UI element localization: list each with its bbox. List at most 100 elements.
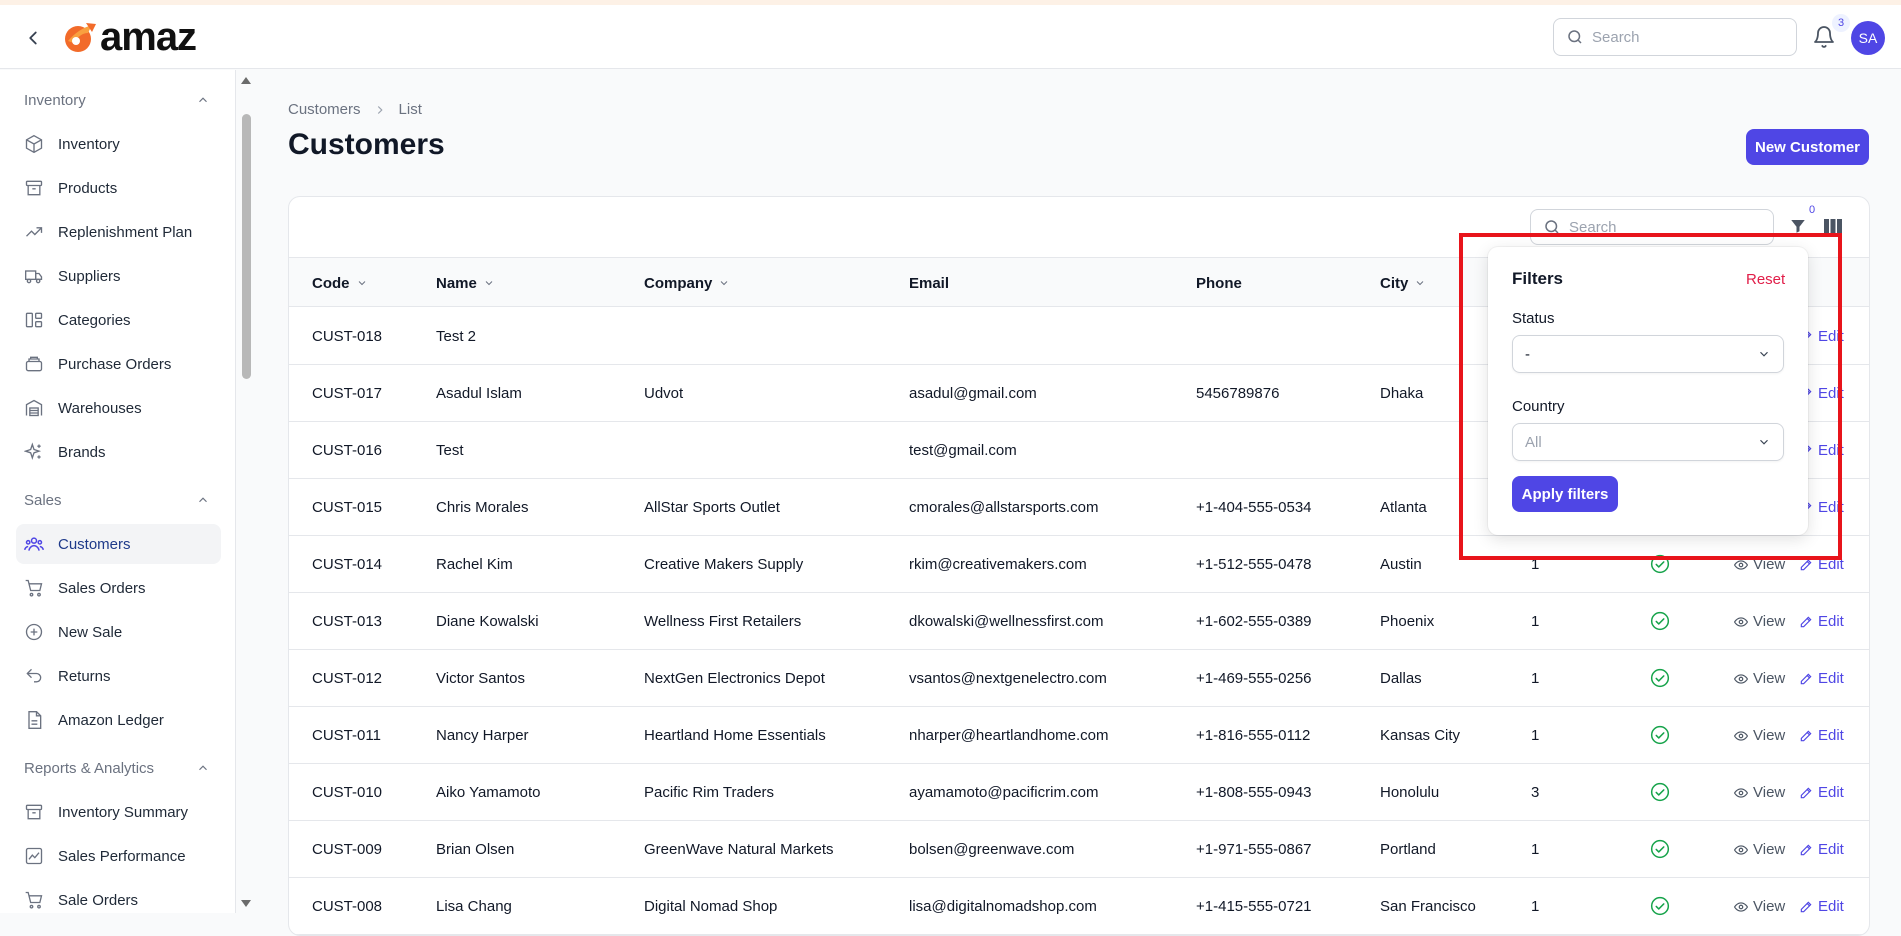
column-header-phone[interactable]: Phone bbox=[1196, 258, 1242, 308]
eye-icon bbox=[1734, 673, 1748, 684]
new-customer-button[interactable]: New Customer bbox=[1746, 129, 1869, 165]
sidebar-item-sales-performance[interactable]: Sales Performance bbox=[16, 836, 221, 876]
edit-button[interactable]: Edit bbox=[1799, 650, 1844, 707]
stack-icon bbox=[25, 356, 43, 372]
table-row: CUST-011 Nancy Harper Heartland Home Essen… bbox=[289, 707, 1869, 764]
cell-phone: 5456789876 bbox=[1196, 385, 1280, 402]
sidebar-item-sales-orders[interactable]: Sales Orders bbox=[16, 568, 221, 608]
scroll-up-arrow-icon[interactable] bbox=[240, 75, 252, 85]
sidebar-item-inventory[interactable]: Inventory bbox=[16, 124, 221, 164]
sidebar-item-label: Inventory Summary bbox=[58, 803, 189, 821]
sidebar-item-label: Returns bbox=[58, 667, 111, 685]
edit-button[interactable]: Edit bbox=[1799, 707, 1844, 764]
edit-label: Edit bbox=[1818, 613, 1844, 630]
view-button[interactable]: View bbox=[1734, 593, 1785, 650]
breadcrumb-current: List bbox=[398, 101, 422, 118]
cell-code: CUST-014 bbox=[312, 556, 383, 573]
logo-mark-icon bbox=[65, 23, 96, 52]
sidebar-item-inventory-summary[interactable]: Inventory Summary bbox=[16, 792, 221, 832]
back-arrow-icon[interactable] bbox=[22, 27, 44, 49]
sidebar-section-inventory[interactable]: Inventory bbox=[24, 88, 210, 112]
sidebar-section-reports[interactable]: Reports & Analytics bbox=[24, 756, 210, 780]
sidebar-section-sales[interactable]: Sales bbox=[24, 488, 210, 512]
edit-button[interactable]: Edit bbox=[1799, 764, 1844, 821]
column-header-email[interactable]: Email bbox=[909, 258, 949, 308]
cell-name: Chris Morales bbox=[436, 499, 529, 516]
edit-icon bbox=[1800, 844, 1812, 855]
view-button[interactable]: View bbox=[1734, 821, 1785, 878]
view-button[interactable]: View bbox=[1734, 878, 1785, 935]
global-search-input[interactable] bbox=[1592, 28, 1772, 46]
breadcrumb-parent[interactable]: Customers bbox=[288, 101, 361, 118]
cell-phone: +1-602-555-0389 bbox=[1196, 613, 1312, 630]
sidebar-section-title: Sales bbox=[24, 491, 62, 509]
highlight-box bbox=[1459, 233, 1842, 560]
column-header-label: Company bbox=[644, 274, 713, 292]
cell-company: Wellness First Retailers bbox=[644, 613, 802, 630]
cell-email[interactable]: nharper@heartlandhome.com bbox=[909, 707, 1109, 764]
sidebar-item-returns[interactable]: Returns bbox=[16, 656, 221, 696]
column-header-code[interactable]: Code bbox=[312, 258, 368, 308]
chevron-up-icon bbox=[199, 97, 207, 103]
sidebar-item-label: Products bbox=[58, 179, 118, 197]
document-icon bbox=[28, 711, 42, 729]
brand-logo[interactable]: amaz bbox=[62, 17, 197, 57]
archive-icon bbox=[25, 804, 43, 820]
column-header-city[interactable]: City bbox=[1380, 258, 1426, 308]
cell-email[interactable]: lisa@digitalnomadshop.com bbox=[909, 878, 1097, 935]
sidebar-item-customers[interactable]: Customers bbox=[16, 524, 221, 564]
sidebar-item-label: Warehouses bbox=[58, 399, 142, 417]
sidebar-item-products[interactable]: Products bbox=[16, 168, 221, 208]
edit-button[interactable]: Edit bbox=[1799, 593, 1844, 650]
sidebar-item-categories[interactable]: Categories bbox=[16, 300, 221, 340]
global-search[interactable] bbox=[1553, 18, 1797, 56]
sidebar-item-suppliers[interactable]: Suppliers bbox=[16, 256, 221, 296]
cell-email[interactable]: vsantos@nextgenelectro.com bbox=[909, 650, 1107, 707]
scroll-down-arrow-icon[interactable] bbox=[240, 899, 252, 909]
chevron-down-icon bbox=[720, 281, 728, 286]
cell-email[interactable]: dkowalski@wellnessfirst.com bbox=[909, 593, 1103, 650]
view-button[interactable]: View bbox=[1734, 650, 1785, 707]
sidebar-item-warehouses[interactable]: Warehouses bbox=[16, 388, 221, 428]
active-check-icon bbox=[1650, 725, 1670, 745]
cell-city: Austin bbox=[1380, 556, 1422, 573]
sidebar-item-label: Customers bbox=[58, 535, 131, 553]
edit-button[interactable]: Edit bbox=[1799, 878, 1844, 935]
sidebar-item-replenishment-plan[interactable]: Replenishment Plan bbox=[16, 212, 221, 252]
return-icon bbox=[26, 668, 42, 683]
sidebar-item-brands[interactable]: Brands bbox=[16, 432, 221, 472]
avatar[interactable]: SA bbox=[1851, 21, 1885, 55]
cell-email[interactable]: bolsen@greenwave.com bbox=[909, 821, 1074, 878]
cell-email[interactable]: test@gmail.com bbox=[909, 422, 1017, 479]
cell-company: Creative Makers Supply bbox=[644, 556, 804, 573]
cell-orders: 3 bbox=[1531, 784, 1540, 801]
eye-icon bbox=[1734, 730, 1748, 741]
chevron-up-icon bbox=[199, 497, 207, 503]
active-check-icon bbox=[1650, 611, 1670, 631]
view-button[interactable]: View bbox=[1734, 707, 1785, 764]
edit-label: Edit bbox=[1818, 898, 1844, 915]
column-header-company[interactable]: Company bbox=[644, 258, 730, 308]
chevron-down-icon bbox=[358, 281, 365, 286]
cell-email[interactable]: cmorales@allstarsports.com bbox=[909, 479, 1098, 536]
sidebar-item-new-sale[interactable]: New Sale bbox=[16, 612, 221, 652]
eye-icon bbox=[1734, 901, 1748, 912]
bell-icon[interactable] bbox=[1812, 25, 1836, 49]
cell-city: Portland bbox=[1380, 841, 1436, 858]
cell-email[interactable]: asadul@gmail.com bbox=[909, 365, 1037, 422]
sidebar-item-purchase-orders[interactable]: Purchase Orders bbox=[16, 344, 221, 384]
sidebar-scrollbar-thumb[interactable] bbox=[242, 114, 251, 379]
column-header-label: Email bbox=[909, 274, 950, 292]
cell-email[interactable]: ayamamoto@pacificrim.com bbox=[909, 764, 1098, 821]
sidebar-item-sale-orders[interactable]: Sale Orders bbox=[16, 880, 221, 913]
sidebar-item-amazon-ledger[interactable]: Amazon Ledger bbox=[16, 700, 221, 740]
view-button[interactable]: View bbox=[1734, 764, 1785, 821]
page-title: Customers bbox=[288, 128, 445, 161]
cell-email[interactable]: rkim@creativemakers.com bbox=[909, 536, 1087, 593]
cell-name: Lisa Chang bbox=[436, 898, 512, 915]
sidebar-item-label: Amazon Ledger bbox=[58, 711, 164, 729]
column-header-name[interactable]: Name bbox=[436, 258, 495, 308]
cell-orders: 1 bbox=[1531, 898, 1540, 915]
active-check-icon bbox=[1650, 896, 1670, 916]
edit-button[interactable]: Edit bbox=[1799, 821, 1844, 878]
